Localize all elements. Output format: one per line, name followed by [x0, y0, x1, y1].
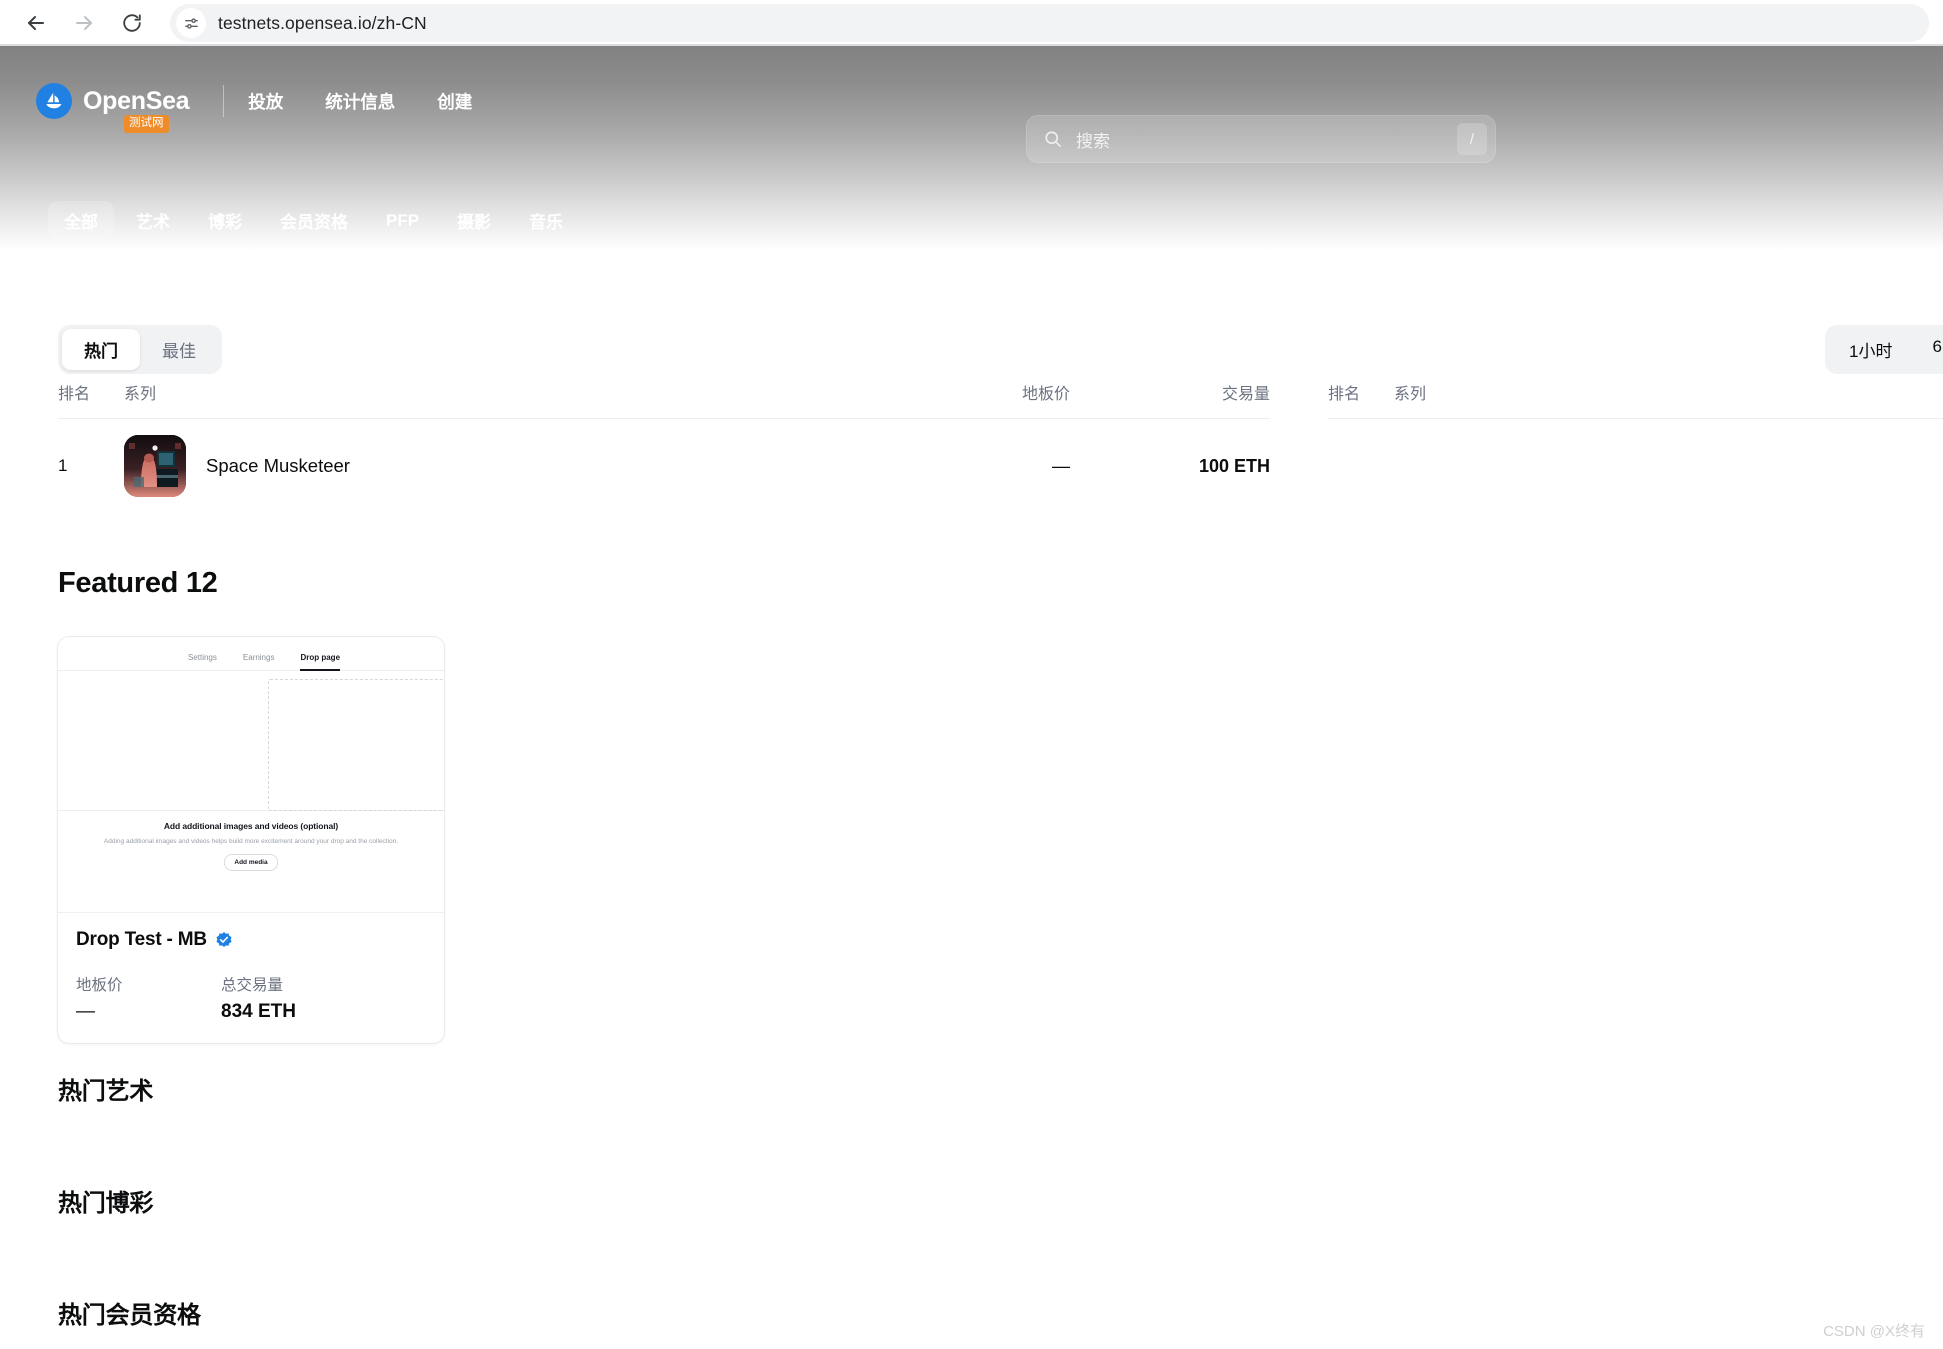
search-bar[interactable]: 搜索 /	[1026, 115, 1496, 163]
preview-paragraph: Adding additional images and videos help…	[103, 838, 399, 845]
row-volume: 100 ETH	[1198, 455, 1270, 476]
table-header-row: 排名 系列 地板价 交易量	[58, 380, 1270, 419]
opensea-logo-icon	[36, 83, 72, 119]
tune-icon	[184, 17, 198, 29]
ranking-time-toggle: 1小时 6	[1825, 325, 1943, 374]
section-heading-top-membership: 热门会员资格	[58, 1302, 201, 1329]
site-info-button[interactable]	[176, 8, 206, 38]
collection-name: Space Musketeer	[206, 455, 350, 476]
preview-heading: Add additional images and videos (option…	[163, 821, 339, 831]
card-stat-volume-label: 总交易量	[221, 977, 284, 994]
brand-name: OpenSea	[83, 86, 190, 115]
space-musketeer-artwork	[124, 435, 186, 497]
segment-1h[interactable]: 1小时	[1829, 329, 1912, 370]
table-header-row-secondary: 排名 系列	[1328, 380, 1943, 419]
preview-tab-earnings: Earnings	[242, 653, 275, 662]
segment-trending[interactable]: 热门	[62, 329, 140, 370]
forward-button[interactable]	[62, 1, 106, 45]
column-header-rank-secondary: 排名	[1328, 386, 1361, 403]
preview-tab-drop-page: Drop page	[300, 653, 341, 671]
card-stat-floor-value: —	[76, 1001, 95, 1022]
tab-art[interactable]: 艺术	[120, 201, 186, 240]
row-floor-price: —	[1052, 455, 1070, 476]
preview-canvas	[58, 671, 444, 811]
watermark: CSDN @X终有	[1823, 1323, 1925, 1340]
page-root: OpenSea 测试网 投放 统计信息 创建 搜索 / 全部 艺术 博彩 会员资…	[0, 46, 1943, 1349]
tab-membership[interactable]: 会员资格	[264, 201, 364, 240]
back-arrow-icon	[28, 16, 44, 30]
primary-nav: 投放 统计信息 创建	[248, 89, 472, 114]
tab-pfp[interactable]: PFP	[370, 204, 435, 238]
preview-tab-settings: Settings	[187, 653, 217, 662]
preview-add-media-button: Add media	[224, 854, 278, 872]
ranking-table-left: 排名 系列 地板价 交易量 1 Space Musketeer — 100 ET…	[0, 380, 1270, 513]
address-bar[interactable]: testnets.opensea.io/zh-CN	[170, 4, 1929, 42]
tab-music[interactable]: 音乐	[513, 201, 579, 240]
card-collection-name: Drop Test - MB	[76, 929, 207, 950]
section-heading-top-gaming: 热门博彩	[58, 1190, 154, 1217]
url-text: testnets.opensea.io/zh-CN	[218, 12, 427, 33]
row-collection-cell: Space Musketeer	[124, 435, 860, 497]
nav-link-create[interactable]: 创建	[437, 89, 472, 114]
reload-icon	[123, 14, 141, 32]
card-stat-floor: 地板价 —	[76, 973, 221, 1023]
ranking-sort-toggle: 热门 最佳	[58, 325, 222, 374]
back-button[interactable]	[14, 1, 58, 45]
card-preview-image: Settings Earnings Drop page Add addition…	[58, 637, 444, 913]
search-icon	[1043, 129, 1063, 149]
featured-collection-card[interactable]: Settings Earnings Drop page Add addition…	[57, 636, 445, 1044]
tab-photography[interactable]: 摄影	[441, 201, 507, 240]
card-body: Drop Test - MB 地板价 — 总交易量 834 ETH	[58, 913, 444, 1043]
card-stat-volume: 总交易量 834 ETH	[221, 973, 366, 1023]
segment-top[interactable]: 最佳	[140, 329, 218, 370]
forward-arrow-icon	[76, 16, 92, 30]
nav-link-drops[interactable]: 投放	[248, 89, 283, 114]
tab-all[interactable]: 全部	[48, 201, 114, 240]
nav-link-stats[interactable]: 统计信息	[325, 89, 395, 114]
card-stats: 地板价 — 总交易量 834 ETH	[76, 973, 426, 1023]
preview-tabs: Settings Earnings Drop page	[58, 637, 444, 671]
header-divider	[223, 85, 225, 117]
browser-toolbar: testnets.opensea.io/zh-CN	[0, 0, 1943, 46]
featured-section-title: Featured 12	[58, 567, 218, 599]
segment-6h[interactable]: 6	[1912, 329, 1943, 370]
preview-media-section: Add additional images and videos (option…	[58, 810, 444, 883]
testnet-badge: 测试网	[124, 115, 169, 133]
reload-button[interactable]	[110, 1, 154, 45]
card-title-row: Drop Test - MB	[76, 929, 426, 951]
row-rank: 1	[58, 456, 68, 475]
search-input[interactable]: 搜索	[1076, 127, 1457, 152]
ranking-table-right: 排名 系列	[1270, 380, 1943, 513]
tab-gaming[interactable]: 博彩	[192, 201, 258, 240]
brand-logo-group[interactable]: OpenSea 测试网	[36, 83, 190, 133]
preview-dropzone-outline	[268, 679, 444, 811]
search-shortcut-key: /	[1457, 123, 1487, 155]
column-header-collection-secondary: 系列	[1394, 386, 1427, 403]
card-stat-floor-label: 地板价	[76, 977, 123, 994]
column-header-rank: 排名	[58, 386, 91, 403]
collection-thumbnail	[124, 435, 186, 497]
site-header: OpenSea 测试网 投放 统计信息 创建	[0, 46, 1943, 156]
verified-badge-icon	[215, 931, 233, 949]
sailboat-glyph-icon	[46, 92, 62, 109]
column-header-volume: 交易量	[1221, 386, 1270, 403]
ranking-tables: 排名 系列 地板价 交易量 1 Space Musketeer — 100 ET…	[0, 380, 1943, 513]
table-row[interactable]: 1 Space Musketeer — 100 ETH	[58, 419, 1270, 513]
category-tabs: 全部 艺术 博彩 会员资格 PFP 摄影 音乐	[48, 201, 579, 240]
section-heading-top-art: 热门艺术	[58, 1078, 154, 1105]
card-stat-volume-value: 834 ETH	[221, 1001, 296, 1022]
column-header-collection: 系列	[124, 386, 157, 403]
column-header-floor: 地板价	[1021, 386, 1070, 403]
